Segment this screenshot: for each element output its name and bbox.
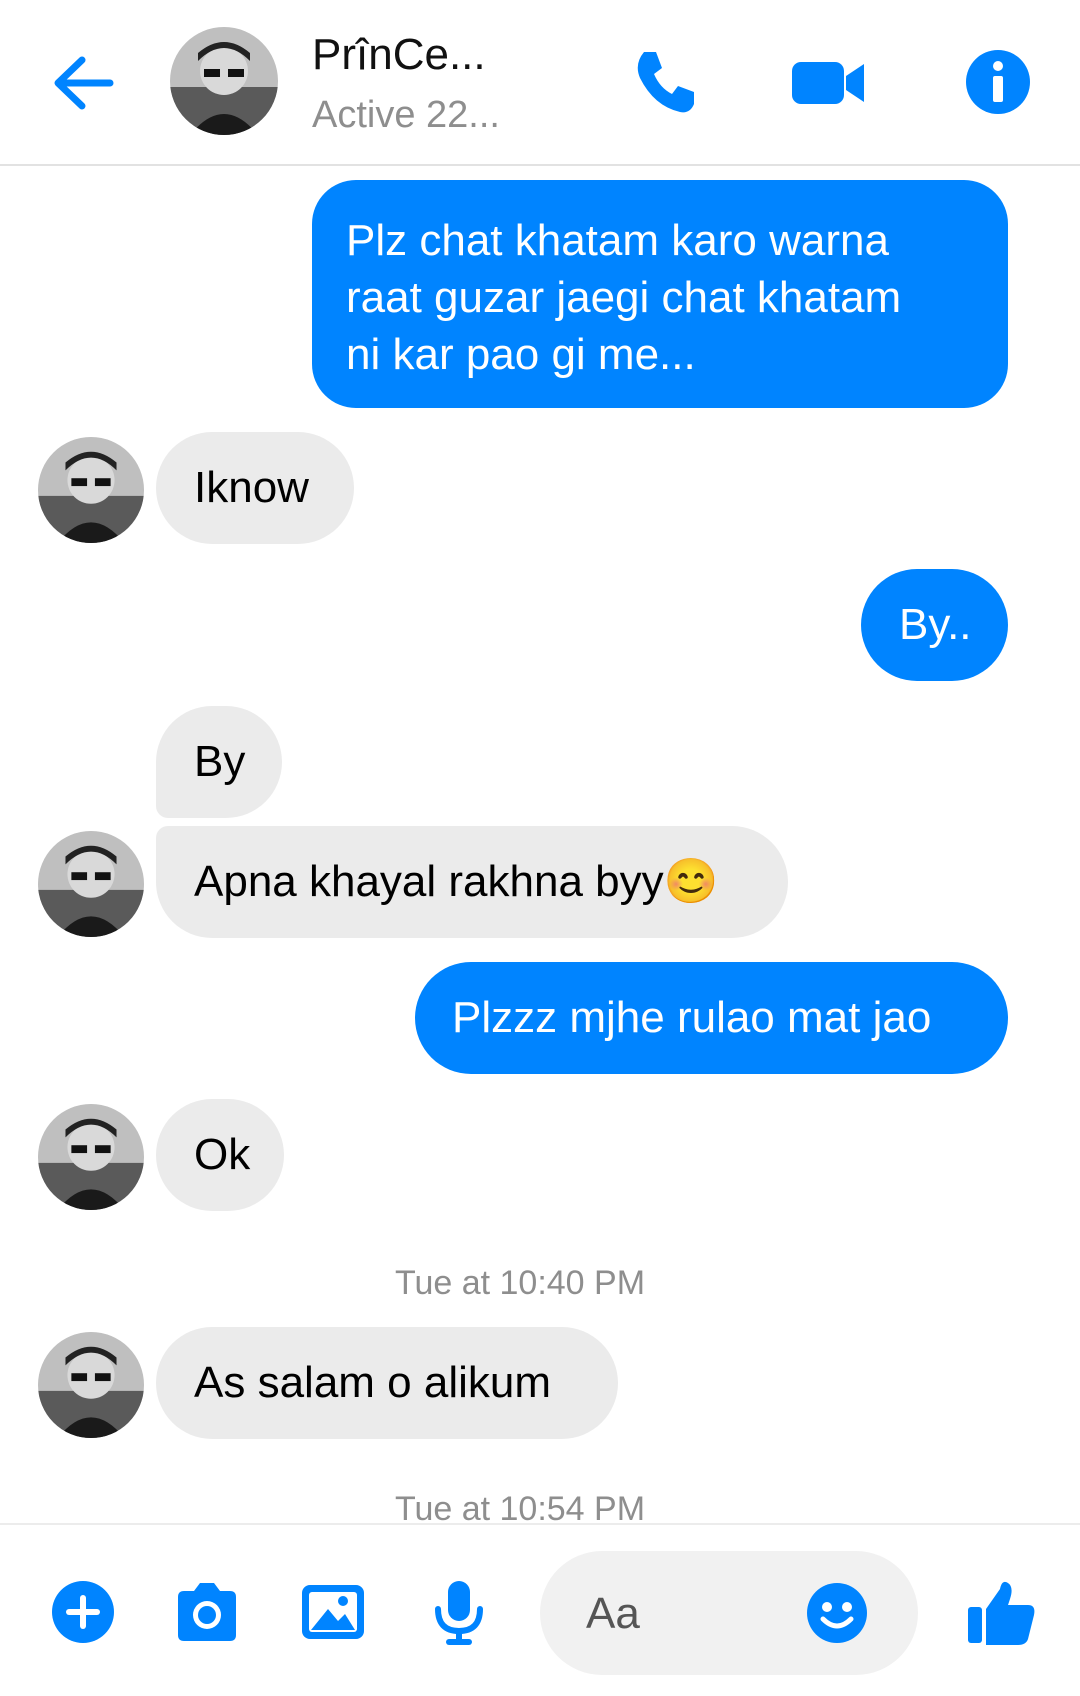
- message-text: Plzzz mjhe rulao mat jao: [452, 993, 932, 1042]
- incoming-message[interactable]: By: [156, 706, 282, 818]
- info-button[interactable]: [958, 42, 1038, 122]
- phone-icon: [637, 52, 694, 113]
- outgoing-message[interactable]: Plzzz mjhe rulao mat jao: [415, 962, 1008, 1074]
- smiling-emoji-icon: 😊: [663, 857, 719, 906]
- message-line: raat guzar jaegi chat khatam: [346, 273, 902, 322]
- sender-avatar[interactable]: [38, 831, 144, 937]
- gallery-button[interactable]: [298, 1577, 368, 1647]
- sender-avatar[interactable]: [38, 437, 144, 543]
- outgoing-message[interactable]: Plz chat khatam karo warna raat guzar ja…: [312, 180, 1008, 408]
- message-composer: Aa: [0, 1523, 1080, 1696]
- conversation-header: PrînCe... Active 22...: [0, 0, 1080, 166]
- message-text: As salam o alikum: [194, 1358, 552, 1407]
- camera-icon: [178, 1583, 236, 1641]
- incoming-message[interactable]: Iknow: [156, 432, 354, 544]
- outgoing-message[interactable]: By..: [861, 569, 1008, 681]
- message-input-placeholder: Aa: [586, 1589, 640, 1638]
- sender-avatar[interactable]: [38, 1332, 144, 1438]
- sender-avatar[interactable]: [38, 1104, 144, 1210]
- active-status: Active 22...: [312, 94, 500, 136]
- plus-icon: [52, 1581, 114, 1643]
- back-arrow-icon: [54, 56, 114, 110]
- emoji-button[interactable]: [805, 1581, 869, 1645]
- back-button[interactable]: [48, 48, 118, 118]
- like-button[interactable]: [964, 1575, 1040, 1651]
- more-actions-button[interactable]: [48, 1577, 118, 1647]
- video-camera-icon: [792, 62, 864, 104]
- message-input[interactable]: Aa: [540, 1551, 918, 1675]
- voice-record-button[interactable]: [424, 1577, 494, 1647]
- message-text: By..: [899, 600, 972, 649]
- smiley-icon: [807, 1583, 867, 1643]
- timestamp: Tue at 10:40 PM: [394, 1264, 646, 1302]
- video-call-button[interactable]: [788, 42, 868, 122]
- message-text: By: [194, 737, 246, 786]
- incoming-message[interactable]: As salam o alikum: [156, 1327, 618, 1439]
- incoming-message[interactable]: Ok: [156, 1099, 284, 1211]
- call-button[interactable]: [624, 42, 704, 122]
- incoming-message[interactable]: Apna khayal rakhna byy😊: [156, 826, 788, 938]
- message-line: ni kar pao gi me...: [346, 330, 696, 379]
- thumbs-up-icon: [968, 1581, 1035, 1645]
- contact-avatar[interactable]: [170, 27, 278, 135]
- message-text: Ok: [194, 1130, 251, 1179]
- microphone-icon: [435, 1581, 483, 1645]
- message-text: Apna khayal rakhna byy: [194, 857, 664, 906]
- image-icon: [302, 1585, 364, 1639]
- message-line: Plz chat khatam karo warna: [346, 216, 889, 265]
- message-text: Iknow: [194, 463, 309, 512]
- info-icon: [966, 50, 1030, 114]
- camera-button[interactable]: [172, 1577, 242, 1647]
- contact-name[interactable]: PrînCe...: [312, 30, 486, 80]
